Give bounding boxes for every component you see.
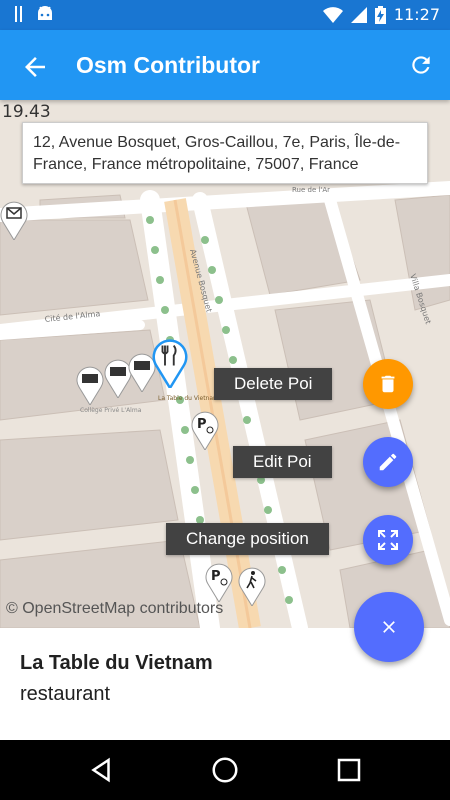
change-position-label[interactable]: Change position: [166, 523, 329, 555]
battery-charging-icon: [374, 5, 386, 24]
android-icon: [38, 6, 52, 20]
status-time: 11:27: [393, 5, 440, 24]
street-label-rue: Rue de l'Ar: [292, 186, 330, 194]
close-menu-button[interactable]: [354, 592, 424, 662]
trash-icon: [381, 375, 395, 393]
pencil-icon: [379, 453, 397, 471]
restaurant-marker-icon[interactable]: [152, 338, 188, 388]
notification-bars-icon: [15, 6, 22, 22]
refresh-icon[interactable]: [408, 52, 434, 78]
poi-type: restaurant: [20, 683, 111, 705]
app-bar: Osm Contributor: [0, 30, 450, 100]
recents-nav-icon[interactable]: [334, 755, 364, 785]
address-card: 12, Avenue Bosquet, Gros-Caillou, 7e, Pa…: [22, 122, 428, 184]
bicycle-parking-marker-icon[interactable]: P: [205, 562, 233, 602]
street-label-college: Collège Privé L'Alma: [80, 407, 142, 414]
navigation-bar: [0, 740, 450, 800]
svg-text:P: P: [211, 569, 221, 584]
coordinate-readout: 19.43: [2, 102, 51, 122]
poi-map-label: La Table du Vietnam: [158, 395, 219, 402]
map-attribution: © OpenStreetMap contributors: [6, 600, 224, 617]
delete-poi-label[interactable]: Delete Poi: [214, 368, 333, 400]
arrow-back-icon[interactable]: [20, 52, 50, 82]
move-arrows-icon: [378, 530, 398, 550]
poi-name: La Table du Vietnam: [20, 652, 213, 674]
home-nav-icon[interactable]: [210, 755, 240, 785]
svg-text:P: P: [197, 417, 207, 432]
signal-icon: [350, 6, 367, 23]
back-nav-icon[interactable]: [86, 755, 116, 785]
edit-poi-label[interactable]: Edit Poi: [233, 446, 332, 478]
pedestrian-marker-icon[interactable]: [238, 566, 266, 606]
delete-poi-button[interactable]: [363, 359, 413, 409]
app-title: Osm Contributor: [76, 52, 260, 78]
status-bar: 11:27: [0, 0, 450, 30]
mail-marker-icon[interactable]: [0, 200, 28, 240]
bicycle-parking-marker-icon[interactable]: P: [191, 410, 219, 450]
close-icon: [383, 621, 395, 633]
change-position-button[interactable]: [363, 515, 413, 565]
wifi-icon: [322, 6, 343, 23]
school-marker-icon[interactable]: [76, 365, 104, 405]
edit-poi-button[interactable]: [363, 437, 413, 487]
